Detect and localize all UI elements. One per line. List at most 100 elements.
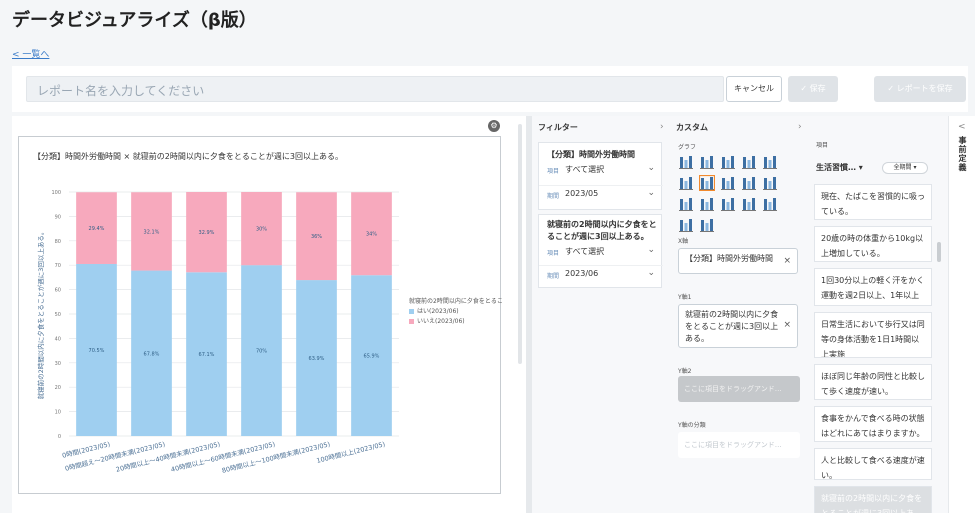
legend-label: いいえ(2023/06) bbox=[417, 318, 465, 325]
save-button[interactable]: ✓ 保存 bbox=[788, 76, 838, 102]
close-icon[interactable]: × bbox=[783, 319, 791, 331]
items-scrollbar[interactable] bbox=[937, 242, 941, 262]
category-select[interactable]: 生活習慣… ▾ bbox=[816, 162, 863, 173]
category-value: 生活習慣… bbox=[816, 163, 856, 172]
chart-scrollbar[interactable] bbox=[518, 124, 522, 364]
caret-down-icon: ▾ bbox=[858, 163, 863, 172]
chevron-down-icon: ⌄ bbox=[647, 268, 655, 278]
data-label: 34% bbox=[366, 232, 377, 238]
x-axis-field[interactable]: 【分類】時間外労働時間 × bbox=[678, 248, 798, 274]
items-label: 項目 bbox=[816, 142, 829, 149]
filter-row-value: 2023/05 bbox=[565, 189, 599, 198]
data-label: 32.9% bbox=[199, 230, 215, 236]
scatter-icon[interactable] bbox=[762, 196, 778, 212]
y-split-dropzone[interactable]: ここに項目をドラッグアンド… bbox=[678, 432, 800, 458]
data-label: 65.9% bbox=[364, 354, 380, 360]
y-tick-label: 90 bbox=[55, 214, 61, 220]
x-axis-value: 【分類】時間外労働時間 bbox=[685, 254, 773, 263]
caret-down-icon: ▾ bbox=[913, 164, 917, 171]
back-to-list-link[interactable]: < 一覧へ bbox=[12, 47, 49, 60]
data-label: 36% bbox=[311, 234, 322, 240]
y-tick-label: 100 bbox=[51, 190, 61, 196]
chevron-down-icon: ⌄ bbox=[647, 245, 655, 255]
y-axis-label: 就寝前の2時間以内に夕食をとることが週に3回以上ある。 bbox=[36, 229, 45, 400]
item-card[interactable]: 1回30分以上の軽く汗をかく運動を週2日以上、1年以上実施 bbox=[814, 268, 932, 306]
filter-row-key: 期間 bbox=[547, 193, 560, 200]
filter-period-row[interactable]: 期間 2023/05 ⌄ bbox=[539, 185, 663, 203]
y2-axis-dropzone[interactable]: ここに項目をドラッグアンド… bbox=[678, 376, 800, 402]
filter-row-key: 項目 bbox=[547, 168, 560, 175]
stacked-bar-horizontal-100-icon[interactable] bbox=[678, 175, 694, 191]
period-value: 全期間 bbox=[893, 164, 912, 171]
chart-panel: ⚙ 【分類】時間外労働時間 × 就寝前の2時間以内に夕食をとることが週に3回以上… bbox=[12, 116, 526, 513]
close-icon[interactable]: × bbox=[783, 255, 791, 267]
filter-item-row[interactable]: 項目 すべて選択 ⌄ bbox=[539, 161, 663, 179]
y-tick-label: 70 bbox=[55, 263, 61, 269]
y1-axis-value: 就寝前の2時間以内に夕食をとることが週に3回以上ある。 bbox=[685, 310, 779, 343]
save-report-button[interactable]: ✓ レポートを保存 bbox=[874, 76, 966, 102]
filter-card-title: 【分類】時間外労働時間 bbox=[547, 150, 635, 159]
data-label: 67.8% bbox=[144, 351, 160, 357]
legend-label: はい(2023/06) bbox=[417, 308, 459, 315]
stacked-bar-100-icon[interactable] bbox=[698, 174, 716, 192]
filter-item-row[interactable]: 項目 すべて選択 ⌄ bbox=[539, 243, 663, 261]
item-card[interactable]: 食事をかんで食べる時の状態はどれにあてはまりますか。 bbox=[814, 406, 932, 442]
filter-row-value: すべて選択 bbox=[565, 247, 605, 256]
y-tick-label: 0 bbox=[58, 434, 61, 440]
filter-row-value: 2023/06 bbox=[565, 269, 599, 278]
item-card[interactable]: 日常生活において歩行又は同等の身体活動を1日1時間以上実施 bbox=[814, 312, 932, 358]
filter-period-row[interactable]: 期間 2023/06 ⌄ bbox=[539, 265, 663, 283]
gear-circle-icon[interactable]: ⚙ bbox=[488, 120, 500, 132]
data-label: 32.1% bbox=[144, 229, 160, 235]
item-card[interactable]: 20歳の時の体重から10kg以上増加している。 bbox=[814, 226, 932, 262]
item-card[interactable]: 人と比較して食べる速度が速い。 bbox=[814, 448, 932, 480]
y-tick-label: 80 bbox=[55, 239, 61, 245]
stacked-bar-horizontal-icon[interactable] bbox=[678, 154, 694, 170]
bubble-icon[interactable] bbox=[678, 217, 694, 233]
x-axis-label: X軸 bbox=[678, 238, 689, 245]
y-tick-label: 40 bbox=[55, 336, 61, 342]
items-panel: 項目 生活習慣… ▾ 全期間 ▾ 現在、たばこを習慣的に吸っている。 20歳の時の… bbox=[808, 116, 948, 513]
filter-panel-title: フィルター bbox=[538, 123, 578, 132]
y-tick-label: 10 bbox=[55, 410, 61, 416]
chevron-right-icon[interactable]: › bbox=[798, 122, 802, 132]
item-card[interactable]: 現在、たばこを習慣的に吸っている。 bbox=[814, 184, 932, 220]
legend-swatch bbox=[409, 319, 414, 324]
heatmap-icon[interactable] bbox=[741, 196, 757, 212]
predefined-side-tab[interactable]: < 事前定義 bbox=[948, 116, 975, 513]
item-card[interactable]: 就寝前の2時間以内に夕食をとることが週に3回以上ある。 bbox=[814, 486, 932, 513]
stacked-bar-icon[interactable] bbox=[762, 154, 778, 170]
grouped-bar-icon[interactable] bbox=[741, 154, 757, 170]
cancel-button[interactable]: キャンセル bbox=[726, 76, 782, 102]
line-stacked-icon[interactable] bbox=[678, 196, 694, 212]
table-icon[interactable] bbox=[720, 196, 736, 212]
chevron-left-icon[interactable]: < bbox=[958, 122, 966, 132]
chevron-down-icon: ⌄ bbox=[647, 163, 655, 173]
line-icon[interactable] bbox=[762, 175, 778, 191]
y-tick-label: 30 bbox=[55, 361, 61, 367]
combo-icon[interactable] bbox=[699, 217, 715, 233]
filter-row-key: 期間 bbox=[547, 273, 560, 280]
data-label: 29.4% bbox=[89, 226, 105, 232]
item-card[interactable]: ほぼ同じ年齢の同性と比較して歩く速度が速い。 bbox=[814, 364, 932, 400]
area-stacked-icon[interactable] bbox=[741, 175, 757, 191]
y-tick-label: 20 bbox=[55, 385, 61, 391]
page-title: データビジュアライズ（β版） bbox=[12, 10, 257, 31]
graph-label: グラフ bbox=[678, 144, 697, 151]
area-icon[interactable] bbox=[720, 175, 736, 191]
custom-panel-title: カスタム bbox=[676, 123, 708, 132]
y1-axis-field[interactable]: 就寝前の2時間以内に夕食をとることが週に3回以上ある。 × bbox=[678, 304, 798, 348]
y-split-label: Y軸の分類 bbox=[678, 422, 706, 429]
filter-card: 【分類】時間外労働時間 項目 すべて選択 ⌄ 期間 2023/05 ⌄ bbox=[538, 142, 663, 210]
custom-panel: カスタム グラフ X軸 【分類】時間外労働時間 × Y軸1 就寝前の2時間以内に… bbox=[670, 116, 808, 513]
filter-card-title: 就寝前の2時間以内に夕食をとることが週に3回以上ある。 bbox=[547, 220, 657, 241]
period-dropdown[interactable]: 全期間 ▾ bbox=[882, 162, 928, 174]
report-name-input[interactable]: レポート名を入力してください bbox=[26, 76, 724, 102]
data-label: 67.1% bbox=[199, 352, 215, 358]
line-bar-icon[interactable] bbox=[699, 154, 715, 170]
chevron-right-icon[interactable]: › bbox=[660, 122, 664, 132]
side-tab-label: 事前定義 bbox=[958, 136, 967, 172]
grouped-bar-horizontal-icon[interactable] bbox=[720, 154, 736, 170]
data-label: 70% bbox=[256, 349, 267, 355]
bar-vertical-icon[interactable] bbox=[699, 196, 715, 212]
